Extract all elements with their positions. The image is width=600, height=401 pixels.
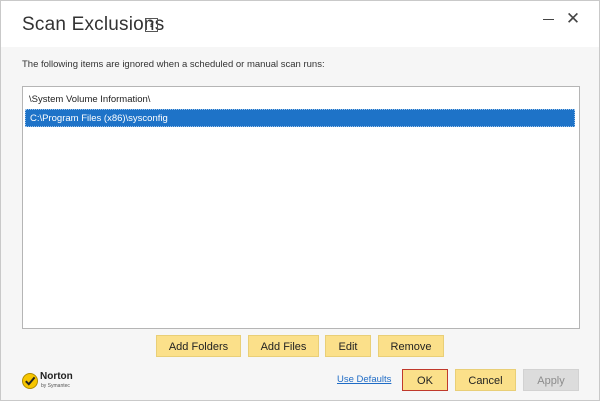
title-bar: Scan Exclusions ? ✕: [1, 1, 599, 47]
norton-check-icon: [22, 373, 38, 389]
list-item[interactable]: \System Volume Information\: [25, 91, 575, 109]
dialog-title: Scan Exclusions: [22, 14, 165, 35]
remove-button[interactable]: Remove: [378, 335, 444, 357]
apply-button[interactable]: Apply: [523, 369, 579, 391]
close-button[interactable]: ✕: [563, 9, 583, 29]
logo-text: Norton: [40, 371, 73, 382]
help-icon[interactable]: ?: [145, 18, 158, 32]
norton-logo: Norton by Symantec: [21, 371, 81, 392]
ok-button[interactable]: OK: [402, 369, 448, 391]
logo-subtext: by Symantec: [41, 383, 70, 389]
minimize-button[interactable]: [539, 9, 559, 29]
description-text: The following items are ignored when a s…: [22, 59, 325, 70]
exclusion-list[interactable]: \System Volume Information\ C:\Program F…: [22, 86, 580, 329]
edit-button[interactable]: Edit: [325, 335, 371, 357]
add-folders-button[interactable]: Add Folders: [156, 335, 241, 357]
cancel-button[interactable]: Cancel: [455, 369, 516, 391]
add-files-button[interactable]: Add Files: [248, 335, 319, 357]
minimize-icon: [543, 19, 554, 20]
scan-exclusions-dialog: Scan Exclusions ? ✕ The following items …: [0, 0, 600, 401]
use-defaults-link[interactable]: Use Defaults: [337, 374, 391, 385]
list-item-selected[interactable]: C:\Program Files (x86)\sysconfig: [25, 109, 575, 127]
